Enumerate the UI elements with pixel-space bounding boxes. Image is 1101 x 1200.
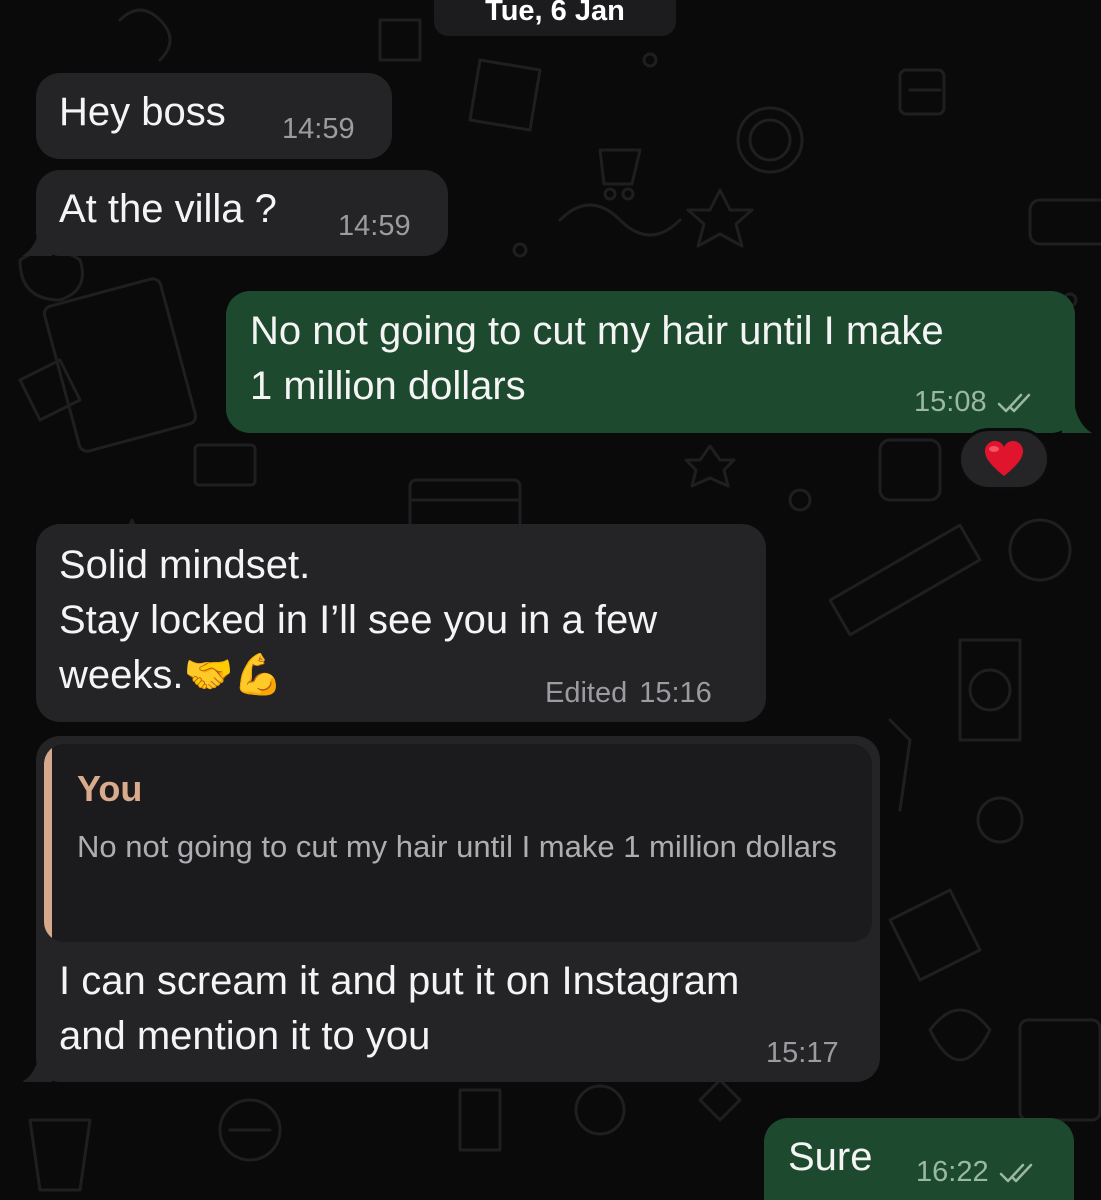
message-meta: 15:08 — [914, 386, 1037, 419]
outgoing-message[interactable]: No not going to cut my hair until I make… — [226, 291, 1075, 433]
incoming-message[interactable]: At the villa ? 14:59 — [36, 170, 448, 256]
message-time: 14:59 — [338, 210, 411, 242]
message-text: At the villa ? — [59, 187, 277, 231]
date-separator: Tue, 6 Jan — [434, 0, 676, 36]
incoming-message[interactable]: Solid mindset. Stay locked in I’ll see y… — [36, 524, 766, 722]
double-check-icon — [999, 1163, 1032, 1182]
quoted-message[interactable]: You No not going to cut my hair until I … — [44, 744, 872, 942]
incoming-message[interactable]: Hey boss 14:59 — [36, 73, 392, 159]
message-meta: 16:22 — [916, 1156, 1039, 1189]
message-text: Hey boss — [59, 90, 226, 134]
double-check-icon — [997, 393, 1030, 412]
message-reaction[interactable] — [958, 428, 1050, 490]
bubble-tail — [22, 1052, 52, 1082]
message-meta: 14:59 — [338, 210, 411, 243]
message-time: 14:59 — [282, 113, 355, 145]
message-text: I can scream it and put it on Instagram … — [59, 959, 740, 1058]
message-time: 15:17 — [766, 1037, 839, 1069]
message-text: Sure — [788, 1135, 873, 1179]
outgoing-message[interactable]: Sure 16:22 — [764, 1118, 1074, 1200]
message-meta: 15:17 — [766, 1037, 839, 1070]
quote-author: You — [77, 768, 143, 809]
message-time: 15:08 — [914, 386, 987, 418]
chat-view[interactable]: Tue, 6 Jan Hey boss 14:59 At the villa ?… — [0, 0, 1101, 1200]
edited-label: Edited — [545, 677, 628, 709]
bubble-tail — [22, 226, 52, 256]
quote-text: No not going to cut my hair until I make… — [77, 829, 837, 864]
bubble-tail — [1062, 403, 1092, 433]
message-time: 15:16 — [639, 677, 712, 709]
quote-accent-bar — [44, 744, 52, 942]
message-meta: Edited 15:16 — [545, 677, 712, 710]
message-meta: 14:59 — [282, 113, 355, 146]
heart-icon — [985, 441, 1023, 476]
message-time: 16:22 — [916, 1156, 989, 1188]
message-text: No not going to cut my hair until I make… — [250, 309, 944, 408]
